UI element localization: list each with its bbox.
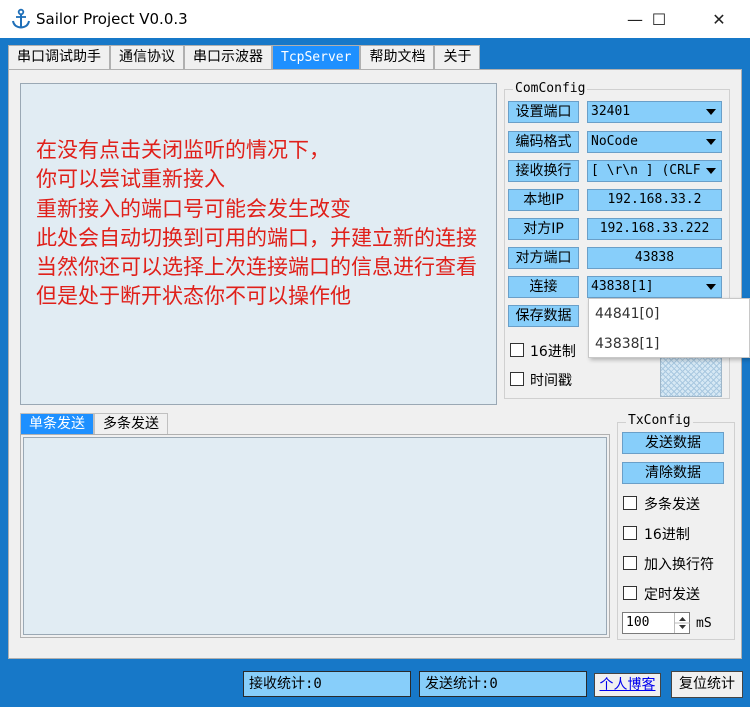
anchor-icon <box>12 8 30 29</box>
newline-button[interactable]: 接收换行 <box>508 160 579 182</box>
receive-count: 接收统计:0 <box>243 671 411 697</box>
hex-receive-label: 16进制 <box>530 344 576 360</box>
stepper-arrows-icon <box>675 617 690 629</box>
hex-send-checkbox[interactable] <box>623 526 637 540</box>
remote-ip-button[interactable]: 对方IP <box>508 218 579 240</box>
timestamp-label: 时间戳 <box>530 373 572 389</box>
interval-unit: mS <box>696 616 712 631</box>
tab-about[interactable]: 关于 <box>434 45 481 70</box>
close-button[interactable]: ✕ <box>696 0 742 38</box>
chevron-down-icon[interactable] <box>702 163 719 179</box>
interval-stepper[interactable] <box>674 613 690 633</box>
send-data-button[interactable]: 发送数据 <box>622 432 724 454</box>
tab-serial-assistant[interactable]: 串口调试助手 <box>8 45 110 70</box>
comconfig-title: ComConfig <box>513 81 588 96</box>
port-select[interactable]: 32401 <box>587 101 722 123</box>
connection-button[interactable]: 连接 <box>508 276 579 298</box>
dropdown-option[interactable]: 44841[0] <box>595 306 659 322</box>
multi-send-checkbox[interactable] <box>623 496 637 510</box>
tab-protocol[interactable]: 通信协议 <box>110 45 184 70</box>
connection-dropdown-list: 44841[0] 43838[1] <box>588 298 750 358</box>
set-port-button[interactable]: 设置端口 <box>508 101 579 123</box>
add-newline-checkbox[interactable] <box>623 556 637 570</box>
chevron-down-icon[interactable] <box>702 134 719 150</box>
send-tab-strip: 单条发送 多条发送 <box>20 413 168 435</box>
local-ip-field[interactable]: 192.168.33.2 <box>587 189 722 211</box>
port-select-value: 32401 <box>591 104 631 119</box>
status-indicator <box>660 355 722 397</box>
multi-send-label: 多条发送 <box>644 497 700 513</box>
encoding-select-value: NoCode <box>591 134 638 149</box>
tab-help[interactable]: 帮助文档 <box>360 45 435 70</box>
send-count: 发送统计:0 <box>419 671 587 697</box>
timestamp-checkbox[interactable] <box>510 372 524 386</box>
hex-send-label: 16进制 <box>644 527 690 543</box>
encoding-select[interactable]: NoCode <box>587 131 722 153</box>
tab-strip: 串口调试助手 通信协议 串口示波器 TcpServer 帮助文档 关于 <box>8 45 481 70</box>
maximize-button[interactable]: ☐ <box>636 0 682 38</box>
remote-port-field[interactable]: 43838 <box>587 247 722 269</box>
newline-select[interactable]: [ \r\n ] (CRLF) <box>587 160 722 182</box>
remote-ip-field[interactable]: 192.168.33.222 <box>587 218 722 240</box>
save-data-button[interactable]: 保存数据 <box>508 305 579 327</box>
encoding-button[interactable]: 编码格式 <box>508 131 579 153</box>
dropdown-option[interactable]: 43838[1] <box>595 336 659 352</box>
txconfig-title: TxConfig <box>626 413 693 428</box>
title-bar: Sailor Project V0.0.3 — ☐ ✕ <box>0 0 750 38</box>
connection-select-value: 43838[1] <box>591 279 654 294</box>
chevron-down-icon[interactable] <box>702 104 719 120</box>
hex-receive-checkbox[interactable] <box>510 343 524 357</box>
timed-send-label: 定时发送 <box>644 587 700 603</box>
clear-data-button[interactable]: 清除数据 <box>622 462 724 484</box>
add-newline-label: 加入换行符 <box>644 557 714 573</box>
timed-send-checkbox[interactable] <box>623 586 637 600</box>
tab-single-send[interactable]: 单条发送 <box>20 413 94 435</box>
tab-multi-send[interactable]: 多条发送 <box>94 413 168 435</box>
chevron-down-icon[interactable] <box>702 279 719 295</box>
window-title: Sailor Project V0.0.3 <box>36 10 188 28</box>
tab-oscilloscope[interactable]: 串口示波器 <box>184 45 272 70</box>
tab-tcpserver[interactable]: TcpServer <box>272 45 361 70</box>
remote-port-button[interactable]: 对方端口 <box>508 247 579 269</box>
send-textarea[interactable] <box>23 437 607 635</box>
local-ip-button[interactable]: 本地IP <box>508 189 579 211</box>
reset-stats-button[interactable]: 复位统计 <box>671 671 743 698</box>
connection-select[interactable]: 43838[1] <box>587 276 722 298</box>
newline-select-value: [ \r\n ] (CRLF) <box>591 163 709 178</box>
blog-link[interactable]: 个人博客 <box>594 673 661 697</box>
